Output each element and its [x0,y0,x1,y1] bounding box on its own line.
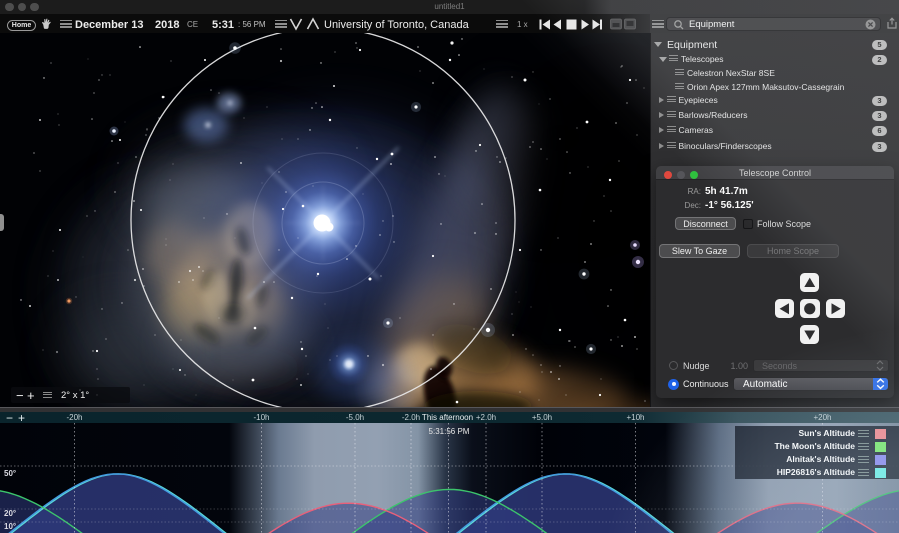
svg-text:50°: 50° [4,469,16,478]
svg-text:20°: 20° [4,509,16,518]
svg-text:10°: 10° [4,522,16,531]
